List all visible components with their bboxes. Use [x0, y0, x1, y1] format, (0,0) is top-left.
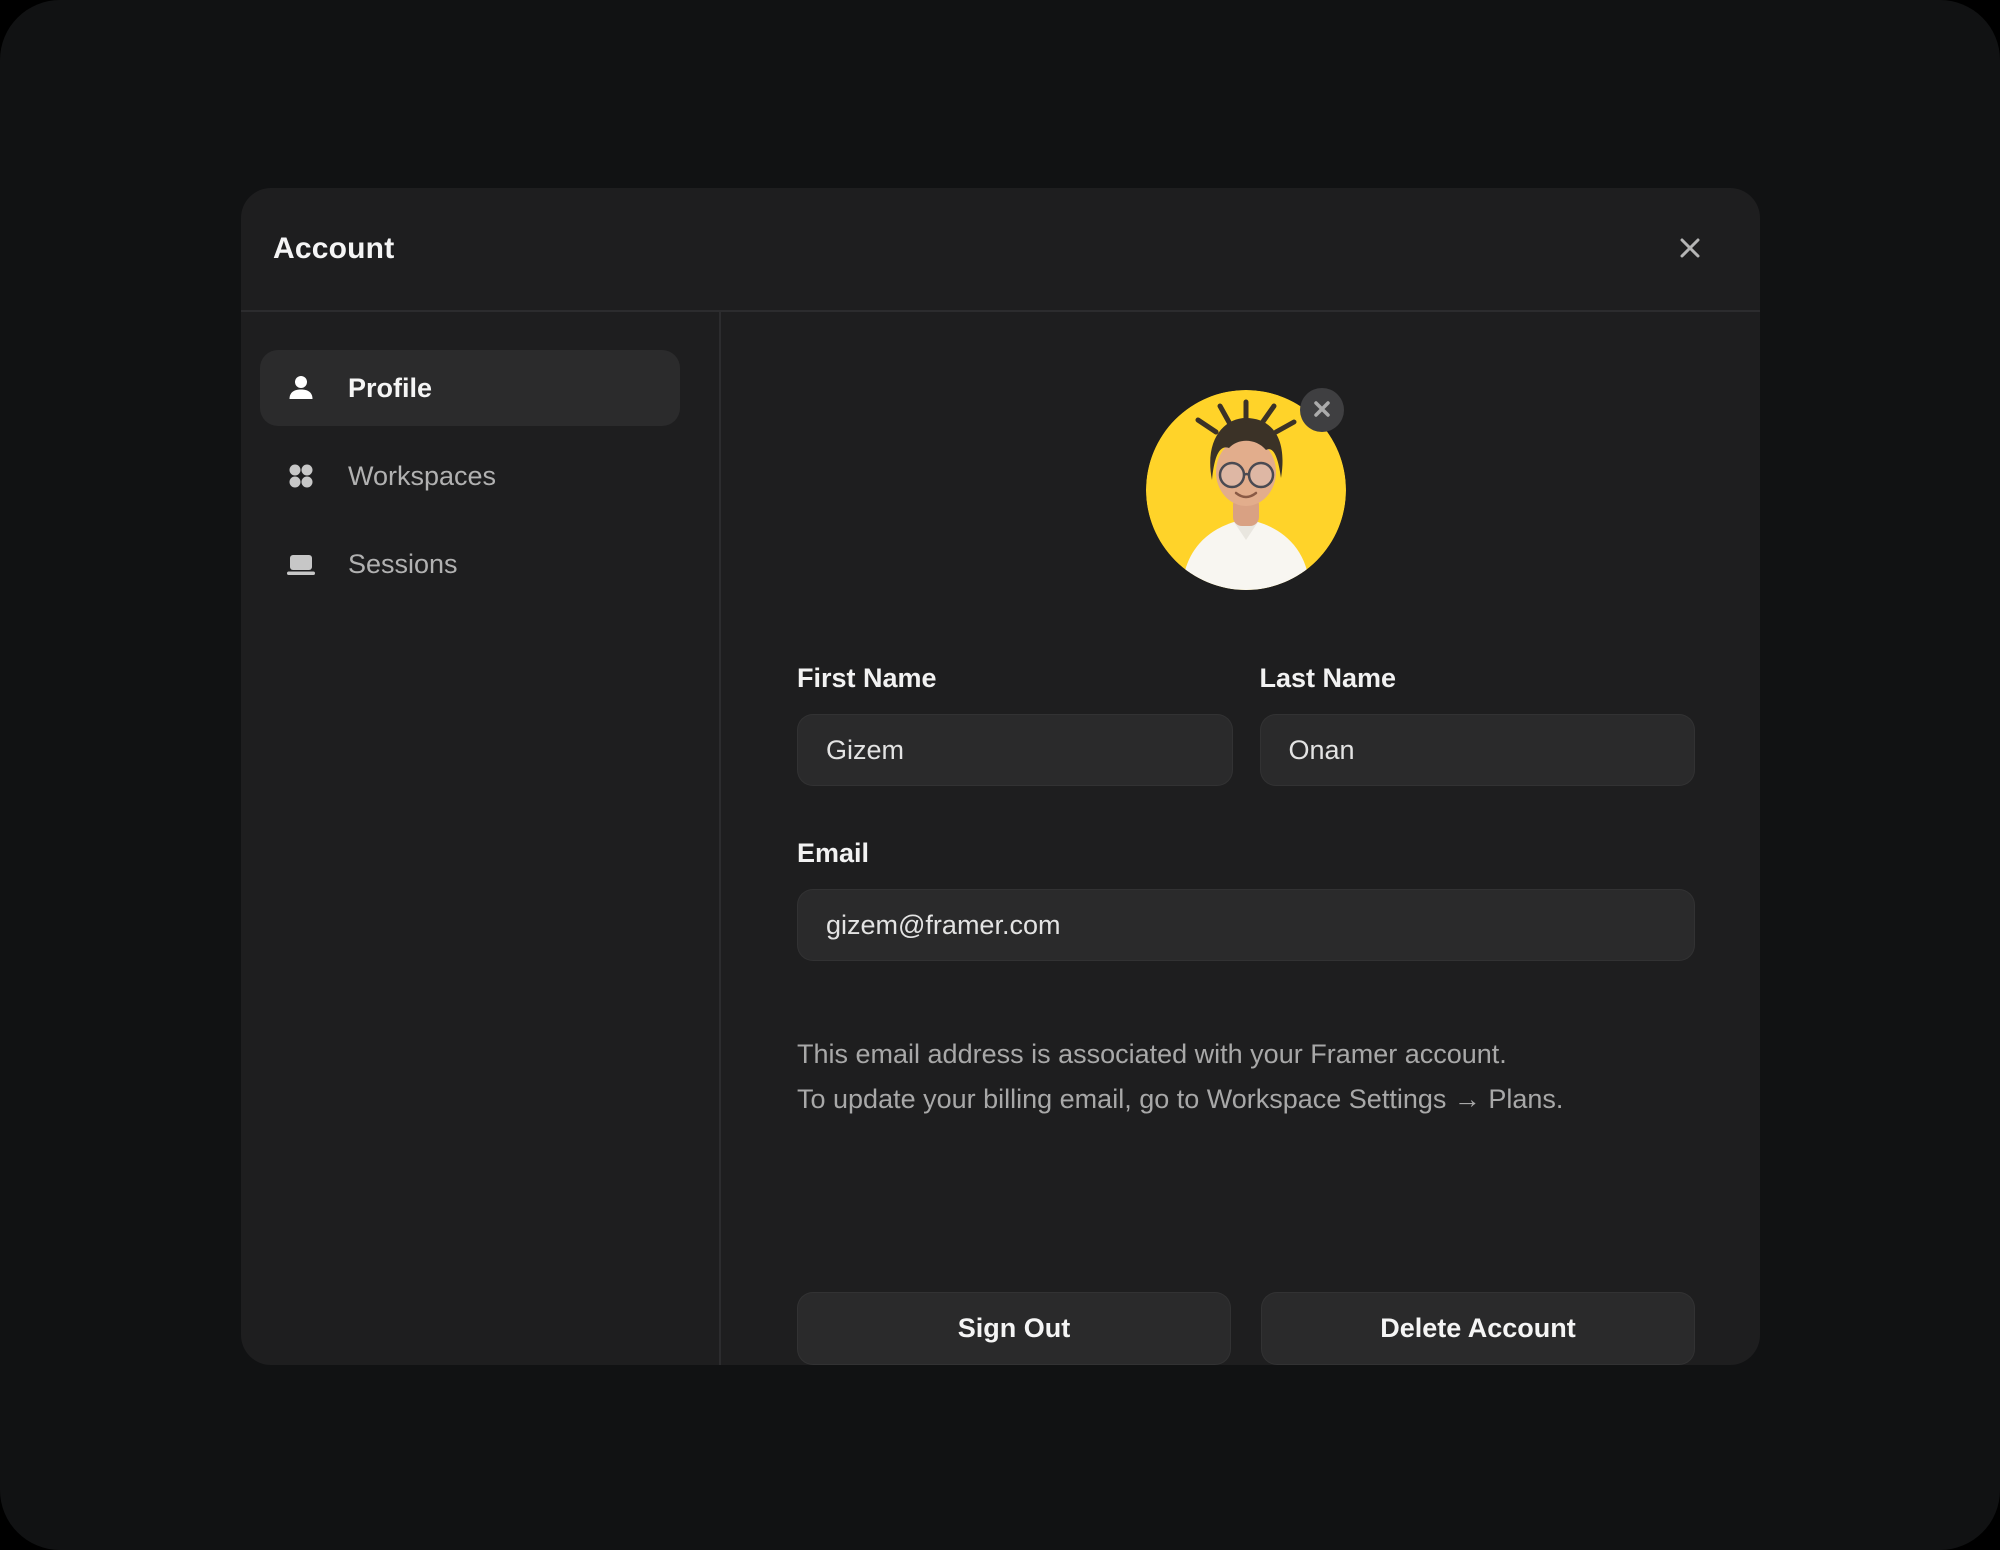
person-icon — [284, 371, 318, 405]
sidebar-item-label: Workspaces — [348, 460, 497, 491]
modal-title: Account — [273, 232, 395, 265]
modal-header: Account — [241, 188, 1760, 312]
delete-account-button[interactable]: Delete Account — [1261, 1292, 1695, 1365]
laptop-icon — [284, 547, 318, 581]
last-name-label: Last Name — [1259, 663, 1397, 693]
email-help-text: This email address is associated with yo… — [797, 1032, 1695, 1122]
email-field-group: Email — [797, 838, 1695, 999]
account-actions-row: Sign Out Delete Account — [797, 1292, 1695, 1365]
close-modal-button[interactable] — [1668, 227, 1712, 271]
remove-avatar-icon — [1312, 399, 1332, 422]
close-icon — [1677, 235, 1703, 264]
grid-icon — [284, 459, 318, 493]
modal-body: Profile Workspaces Sessions First Name G… — [241, 312, 1760, 1365]
email-label: Email — [797, 838, 870, 868]
first-name-field-group: First Name — [797, 663, 1233, 786]
profile-panel: First Name Last Name Email This email ad… — [721, 312, 1760, 1365]
sidebar-item-profile[interactable]: Profile — [260, 350, 680, 426]
sidebar-item-label: Sessions — [348, 548, 458, 579]
sidebar-item-sessions[interactable]: Sessions — [260, 526, 680, 602]
email-input[interactable] — [797, 889, 1695, 961]
sidebar-item-workspaces[interactable]: Workspaces — [260, 438, 680, 514]
settings-sidebar: Profile Workspaces Sessions — [241, 312, 721, 1365]
email-help-line-1: This email address is associated with yo… — [797, 1039, 1507, 1069]
account-settings-modal: Account Profile Workspaces Sessions Firs… — [241, 188, 1760, 1365]
name-fields-row: First Name Last Name — [797, 663, 1695, 786]
first-name-input[interactable] — [797, 714, 1233, 786]
last-name-field-group: Last Name — [1259, 663, 1695, 786]
email-help-line-2: To update your billing email, go to Work… — [797, 1084, 1564, 1114]
sidebar-item-label: Profile — [348, 372, 433, 403]
sign-out-button[interactable]: Sign Out — [797, 1292, 1231, 1365]
avatar — [1146, 388, 1346, 590]
app-background: Account Profile Workspaces Sessions Firs… — [0, 0, 2000, 1550]
first-name-label: First Name — [797, 663, 937, 693]
last-name-input[interactable] — [1259, 714, 1695, 786]
remove-avatar-button[interactable] — [1300, 388, 1344, 432]
